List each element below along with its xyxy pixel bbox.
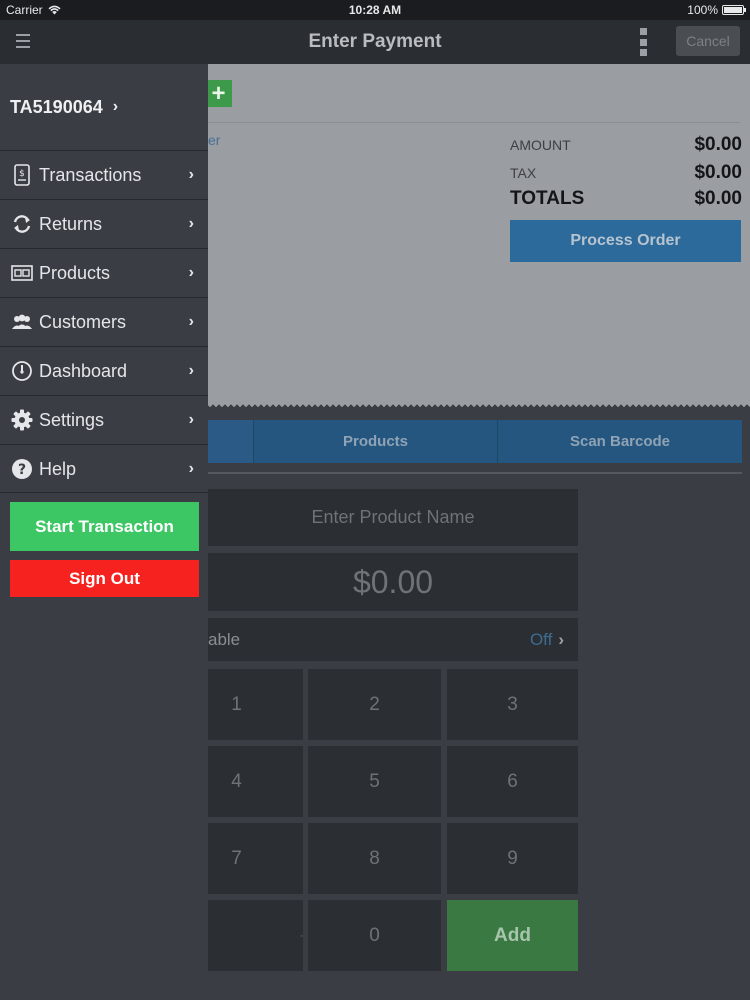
cancel-button[interactable]: Cancel [676,26,740,56]
chevron-right-icon: › [188,215,194,232]
side-drawer: TA5190064 › $ Transactions › Returns › P… [0,64,208,1000]
product-name-input[interactable]: Enter Product Name [208,489,578,546]
chevron-right-icon: › [188,264,194,281]
sidebar-item-label: Help [39,458,77,479]
key-2[interactable]: 2 [308,669,441,740]
sidebar-item-settings[interactable]: Settings › [0,395,208,444]
key-5[interactable]: 5 [308,746,441,817]
customer-link[interactable]: er [208,132,220,148]
gauge-icon [10,359,34,383]
chevron-right-icon: › [188,460,194,477]
key-0[interactable]: 0 [308,900,441,971]
sidebar-item-help[interactable]: ? Help › [0,444,208,493]
sidebar-item-label: Dashboard [39,360,128,381]
add-customer-button[interactable]: + [205,80,232,107]
sidebar-item-label: Returns [39,213,103,234]
sidebar-item-returns[interactable]: Returns › [0,199,208,248]
receipt-icon: $ [10,163,34,187]
clock: 10:28 AM [348,3,402,17]
sidebar-item-label: Transactions [39,164,142,185]
key-6[interactable]: 6 [447,746,578,817]
svg-text:$: $ [19,169,25,179]
taxable-toggle[interactable]: able Off › [208,618,578,661]
amount-value: $0.00 [694,134,742,155]
sidebar-item-label: Products [39,262,111,283]
taxable-state: Off [529,629,553,649]
key-3[interactable]: 3 [447,669,578,740]
sign-out-button[interactable]: Sign Out [10,560,199,597]
sidebar-item-customers[interactable]: Customers › [0,297,208,346]
products-icon [10,261,34,285]
key-8[interactable]: 8 [308,823,441,894]
add-button[interactable]: Add [447,900,578,971]
tab-scan-barcode[interactable]: Scan Barcode [498,420,742,463]
amount-label: AMOUNT [510,137,571,153]
chevron-right-icon: › [188,362,194,379]
page-title: Enter Payment [308,31,442,52]
gear-icon [10,408,34,432]
more-options-icon[interactable] [640,28,648,56]
backspace-icon [300,934,303,937]
refresh-icon [10,212,34,236]
battery-percent: 100% [687,3,718,17]
people-icon [10,310,34,334]
totals-value: $0.00 [694,188,742,209]
sidebar-item-dashboard[interactable]: Dashboard › [0,346,208,395]
divider [0,492,208,493]
tax-row: TAX $0.00 [510,162,742,184]
key-9[interactable]: 9 [447,823,578,894]
chevron-right-icon: › [188,411,194,428]
chevron-right-icon: › [188,313,194,330]
chevron-right-icon: › [112,98,119,115]
entry-mode-tabs: Products Scan Barcode [208,420,742,463]
totals-label: TOTALS [510,188,585,209]
start-transaction-button[interactable]: Start Transaction [10,502,199,551]
price-display: $0.00 [208,553,578,611]
tab-keypad[interactable] [208,420,254,463]
nav-bar: Enter Payment Cancel [0,20,750,64]
divider [208,122,740,123]
battery-status: 100% [687,3,746,17]
account-row[interactable]: TA5190064 › [0,64,208,150]
sidebar-item-label: Settings [39,409,105,430]
status-bar: Carrier 10:28 AM 100% [0,0,750,20]
process-order-button[interactable]: Process Order [510,220,741,262]
svg-text:?: ? [18,462,26,478]
help-icon: ? [10,457,34,481]
taxable-label: able [208,629,241,649]
tax-value: $0.00 [694,162,742,183]
chevron-right-icon: › [188,166,194,183]
totals-row: TOTALS $0.00 [510,188,742,210]
amount-row: AMOUNT $0.00 [510,134,742,156]
sidebar-item-products[interactable]: Products › [0,248,208,297]
chevron-right-icon: › [558,629,564,649]
sidebar-item-label: Customers [39,311,127,332]
tax-label: TAX [510,165,537,181]
tab-products[interactable]: Products [254,420,498,463]
account-id: TA5190064 [10,96,103,117]
battery-icon [722,5,746,15]
sidebar-item-transactions[interactable]: $ Transactions › [0,150,208,199]
divider [208,472,742,474]
